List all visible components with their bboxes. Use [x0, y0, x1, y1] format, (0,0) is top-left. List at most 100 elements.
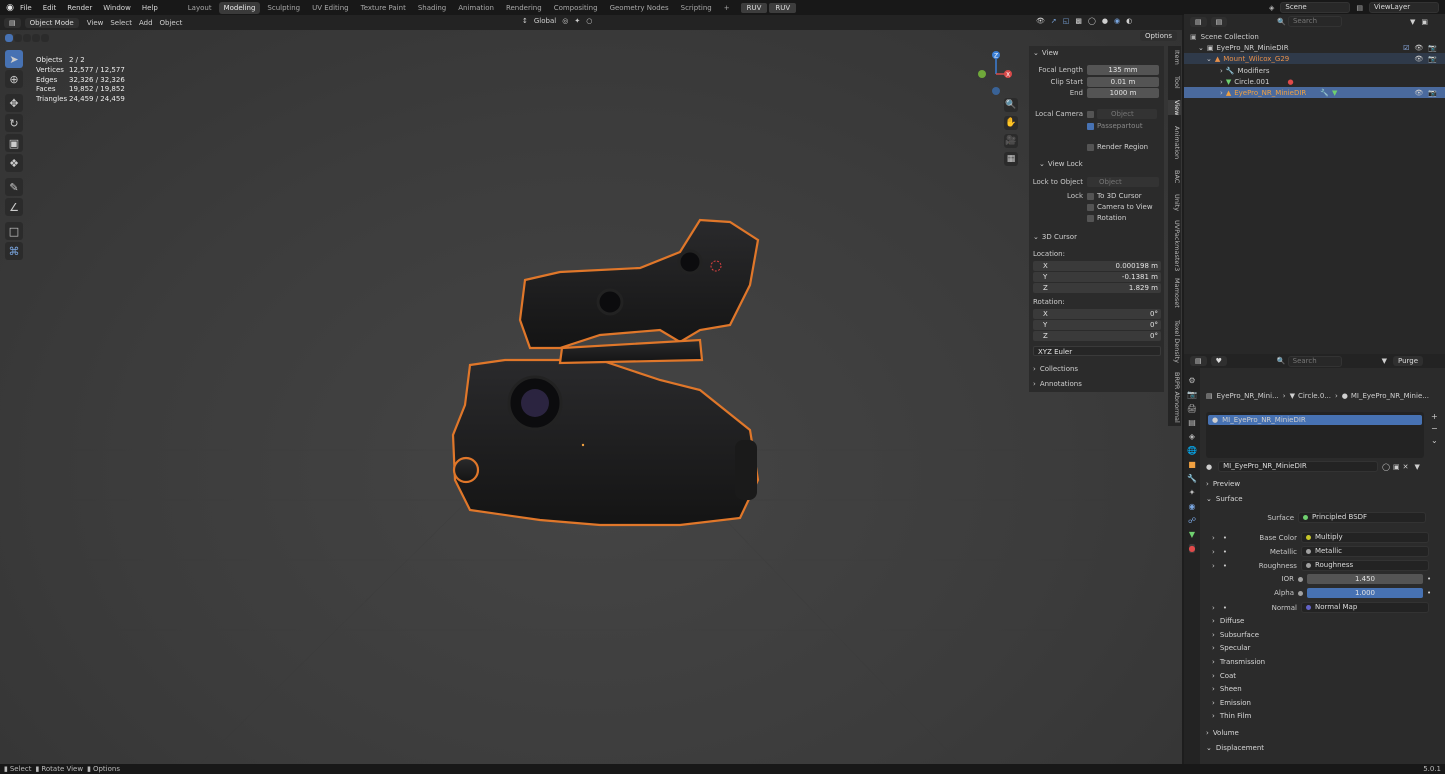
outliner-row-eyepro-object[interactable]: EyePro_NR_MinieDIR — [1234, 89, 1306, 97]
specular-section[interactable]: Specular — [1220, 644, 1251, 652]
menu-edit[interactable]: Edit — [43, 4, 57, 12]
outliner-editor-icon[interactable]: ▤ — [1190, 16, 1207, 27]
view-lock-title[interactable]: View Lock — [1048, 160, 1083, 168]
surface-shader-field[interactable]: Principled BSDF — [1298, 512, 1426, 523]
tab-tool[interactable]: Tool — [1168, 76, 1181, 89]
tab-animation[interactable]: Animation — [1168, 126, 1181, 159]
normal-field[interactable]: Normal Map — [1300, 602, 1429, 613]
outliner-row-eyepro-collection[interactable]: EyePro_NR_MinieDIR — [1217, 44, 1289, 52]
annotate-tool-icon[interactable]: ✎ — [5, 178, 23, 196]
surface-section[interactable]: Surface — [1216, 495, 1243, 503]
filter-icon[interactable]: ▼ — [1414, 463, 1419, 471]
duplicate-icon[interactable]: ▣ — [1393, 463, 1400, 471]
output-icon[interactable]: 🖨 — [1187, 404, 1197, 413]
eye-icon[interactable]: 👁 — [1414, 44, 1423, 52]
camera-view-icon[interactable]: 🎥 — [1004, 134, 1018, 148]
clip-start-field[interactable]: 0.01 m — [1087, 77, 1159, 87]
data-icon[interactable]: ▼ — [1189, 530, 1195, 539]
world-icon[interactable]: 🌐 — [1187, 446, 1197, 455]
diffuse-section[interactable]: Diffuse — [1220, 617, 1245, 625]
pan-hand-icon[interactable]: ✋ — [1004, 116, 1018, 130]
chevron-down-icon[interactable]: ⌄ — [1039, 160, 1045, 168]
uv-tool-icon[interactable]: ⌘ — [5, 242, 23, 260]
camera-icon[interactable]: 📷 — [1428, 89, 1437, 97]
tab-texture-paint[interactable]: Texture Paint — [356, 2, 411, 14]
view-section-title[interactable]: View — [1042, 49, 1059, 57]
tab-brpr-abnormal[interactable]: BRPR Abnormal — [1168, 372, 1181, 423]
sheen-section[interactable]: Sheen — [1220, 685, 1242, 693]
passepartout-checkbox[interactable] — [1087, 122, 1094, 130]
tab-texel-density[interactable]: Texel Density — [1168, 320, 1181, 363]
slot-menu-icon[interactable]: ⌄ — [1431, 436, 1438, 445]
chevron-down-icon[interactable]: ⌄ — [1206, 55, 1212, 63]
filter-icon[interactable]: ▼ — [1410, 18, 1415, 26]
select-invert-icon[interactable] — [32, 34, 40, 42]
chevron-right-icon[interactable]: › — [1220, 89, 1223, 97]
chevron-right-icon[interactable]: › — [1212, 548, 1215, 556]
menu-help[interactable]: Help — [142, 4, 158, 12]
cursor-location-z-field[interactable]: Z 1.829 m — [1033, 283, 1161, 293]
outliner-row-mount[interactable]: Mount_Wilcox_G29 — [1223, 55, 1289, 63]
displacement-section[interactable]: Displacement — [1216, 744, 1264, 752]
transform-tool-icon[interactable]: ❖ — [5, 154, 23, 172]
chevron-down-icon[interactable]: ⌄ — [1206, 744, 1212, 752]
menu-window[interactable]: Window — [103, 4, 131, 12]
chevron-down-icon[interactable]: ⌄ — [1033, 233, 1039, 241]
volume-section[interactable]: Volume — [1213, 729, 1239, 737]
material-icon[interactable]: ● — [1188, 544, 1196, 553]
outliner-row-scene-collection[interactable]: Scene Collection — [1201, 33, 1259, 41]
properties-search-input[interactable]: Search — [1287, 355, 1342, 367]
chevron-right-icon[interactable]: › — [1220, 78, 1223, 86]
tab-uv-editing[interactable]: UV Editing — [307, 2, 354, 14]
chevron-right-icon[interactable]: › — [1212, 631, 1215, 639]
blender-logo-icon[interactable]: ◉ — [4, 2, 16, 14]
tab-bac[interactable]: BAC — [1168, 170, 1181, 183]
shading-material-icon[interactable]: ◉ — [1114, 17, 1120, 25]
tab-rendering[interactable]: Rendering — [501, 2, 547, 14]
object-icon[interactable]: ■ — [1188, 460, 1196, 469]
chevron-right-icon[interactable]: › — [1212, 685, 1215, 693]
fake-user-icon[interactable]: ◯ — [1382, 463, 1390, 471]
render-icon[interactable]: 📷 — [1187, 390, 1197, 399]
chevron-right-icon[interactable]: › — [1212, 534, 1215, 542]
shading-solid-icon[interactable]: ● — [1102, 17, 1108, 25]
camera-icon[interactable]: 📷 — [1428, 44, 1437, 52]
camera-to-view-checkbox[interactable] — [1087, 203, 1094, 211]
eye-icon[interactable]: 👁 — [1414, 89, 1423, 97]
3d-viewport[interactable]: ➤ ⊕ ✥ ↻ ▣ ❖ ✎ ∠ □ ⌘ Z X 🔍 ✋ 🎥 ▦ — [0, 30, 1182, 764]
cursor-tool-icon[interactable]: ⊕ — [5, 70, 23, 88]
properties-display-icon[interactable]: ♥ — [1210, 356, 1227, 366]
chevron-down-icon[interactable]: ⌄ — [1206, 495, 1212, 503]
camera-icon[interactable]: 📷 — [1428, 55, 1437, 63]
view-layer-field[interactable]: ViewLayer — [1369, 2, 1439, 13]
shading-wire-icon[interactable]: ◯ — [1088, 17, 1096, 25]
metallic-field[interactable]: Metallic — [1300, 546, 1429, 557]
measure-tool-icon[interactable]: ∠ — [5, 198, 23, 216]
material-slot-row[interactable]: ● MI_EyePro_NR_MinieDIR — [1208, 415, 1422, 425]
pivot-icon[interactable]: ◎ — [562, 17, 568, 25]
move-tool-icon[interactable]: ✥ — [5, 94, 23, 112]
thin-film-section[interactable]: Thin Film — [1220, 712, 1252, 720]
filter-icon[interactable]: ▼ — [1382, 357, 1387, 365]
outliner-search-input[interactable]: Search — [1287, 16, 1342, 27]
menu-object[interactable]: Object — [160, 19, 183, 27]
chevron-right-icon[interactable]: › — [1212, 672, 1215, 680]
unlink-icon[interactable]: ✕ — [1403, 463, 1409, 471]
chevron-right-icon[interactable]: › — [1212, 712, 1215, 720]
ruv-button-2[interactable]: RUV — [769, 2, 797, 13]
tool-icon[interactable]: ⚙ — [1188, 376, 1195, 385]
mode-select[interactable]: Object Mode — [24, 17, 79, 28]
purge-button[interactable]: Purge — [1393, 356, 1424, 366]
emission-section[interactable]: Emission — [1220, 699, 1251, 707]
tab-shading[interactable]: Shading — [413, 2, 451, 14]
rotate-tool-icon[interactable]: ↻ — [5, 114, 23, 132]
alpha-field[interactable]: 1.000 — [1307, 588, 1423, 598]
select-subtract-icon[interactable] — [23, 34, 31, 42]
cursor-rotation-z-field[interactable]: Z 0° — [1033, 331, 1161, 341]
base-color-field[interactable]: Multiply — [1300, 532, 1429, 543]
new-collection-icon[interactable]: ▣ — [1421, 18, 1428, 26]
outliner-row-circle[interactable]: Circle.001 — [1234, 78, 1269, 86]
lock-rotation-checkbox[interactable] — [1087, 214, 1094, 222]
chevron-right-icon[interactable]: › — [1033, 380, 1036, 388]
ruv-button-1[interactable]: RUV — [740, 2, 768, 13]
